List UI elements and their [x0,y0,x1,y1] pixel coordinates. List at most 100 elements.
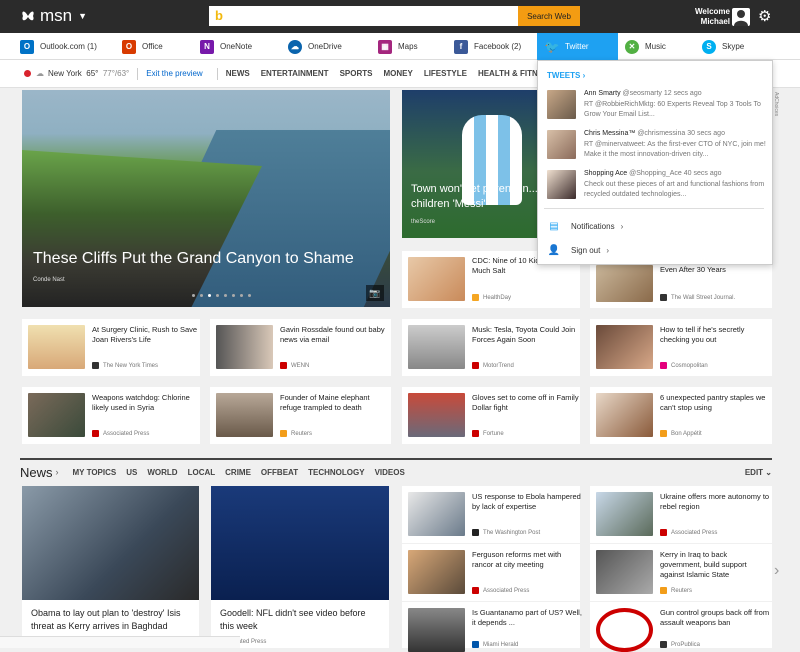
story-source: Associated Press [472,587,529,594]
news-tab-technology[interactable]: TECHNOLOGY [308,468,364,477]
story-card[interactable]: Gloves set to come off in Family Dollar … [402,387,580,444]
news-tab-us[interactable]: US [126,468,137,477]
app-maps[interactable]: ▦ Maps [378,33,418,60]
story-thumbnail [596,393,653,437]
story-headline[interactable]: Ukraine offers more autonomy to rebel re… [660,492,770,512]
weather-widget[interactable]: ☁ New York 65° 77°/63° [24,69,129,78]
story-headline[interactable]: Gun control groups back off from assault… [660,608,770,628]
story-card[interactable]: Founder of Maine elephant refuge trample… [210,387,391,444]
story-card-large[interactable]: Goodell: NFL didn't see video before thi… [211,486,389,648]
story-source: The Washington Post [472,529,540,536]
nav-money[interactable]: MONEY [383,69,412,78]
story-headline[interactable]: Founder of Maine elephant refuge trample… [280,393,390,413]
app-office[interactable]: O Office [122,33,163,60]
story-card[interactable]: Even After 30 Years The Wall Street Jour… [590,265,772,308]
weather-temp: 65° [86,69,99,78]
story-headline[interactable]: 6 unexpected pantry staples we can't sto… [660,393,770,413]
app-facebook[interactable]: f Facebook (2) [454,33,521,60]
chevron-right-icon[interactable]: › [56,467,59,477]
app-label: Skype [722,42,745,51]
app-twitter[interactable]: 🐦 Twitter [537,33,618,60]
story-source: MotorTrend [472,362,514,369]
search-input[interactable]: b [209,6,518,26]
tweet-item[interactable]: Ann Smarty @seosmarty 12 secs ago RT @Ro… [547,90,769,130]
gear-icon[interactable]: ⚙ [758,7,771,25]
camera-icon[interactable]: 📷 [366,285,384,301]
story-card[interactable]: How to tell if he's secretly checking yo… [590,319,772,376]
carousel-dots[interactable] [192,294,251,297]
news-tab-world[interactable]: WORLD [147,468,177,477]
story-headline[interactable]: Goodell: NFL didn't see video before thi… [220,607,380,633]
nav-sports[interactable]: SPORTS [340,69,373,78]
story-headline[interactable]: Ferguson reforms met with rancor at city… [472,550,582,570]
story-card[interactable]: Kerry in Iraq to back government, build … [590,544,772,601]
story-card[interactable]: US response to Ebola hampered by lack of… [402,486,582,543]
story-source: Reuters [660,587,692,594]
app-skype[interactable]: S Skype [702,33,744,60]
app-onedrive[interactable]: ☁ OneDrive [288,33,342,60]
story-headline[interactable]: US response to Ebola hampered by lack of… [472,492,582,512]
source-label: Associated Press [483,587,530,594]
story-card-large[interactable]: Obama to lay out plan to 'destroy' Isis … [22,486,199,648]
app-label: Facebook [474,42,510,51]
story-headline[interactable]: Gloves set to come off in Family Dollar … [472,393,582,413]
adchoices-label[interactable]: AdChoices [773,92,779,116]
tweet-item[interactable]: Chris Messina™ @chrismessina 30 secs ago… [547,130,769,170]
edit-button[interactable]: EDIT ⌄ [745,468,772,477]
app-label: OneDrive [308,42,342,51]
story-source: Reuters [280,430,312,437]
news-tab-offbeat[interactable]: OFFBEAT [261,468,298,477]
story-headline[interactable]: Even After 30 Years [660,265,770,275]
exit-preview-link[interactable]: Exit the preview [146,69,202,78]
source-label: Bon Appétit [671,430,702,437]
tweet-handle: @chrismessina 30 secs ago [637,130,725,137]
news-tab-mytopics[interactable]: MY TOPICS [73,468,117,477]
hero-source: Conde Nast [33,277,65,283]
tweet-item[interactable]: Shopping Ace @Shopping_Ace 40 secs ago C… [547,170,769,210]
chevron-down-icon[interactable]: ▼ [78,11,87,21]
story-card[interactable]: At Surgery Clinic, Rush to Save Joan Riv… [22,319,200,376]
nav-news[interactable]: NEWS [226,69,250,78]
story-card[interactable]: Is Guantanamo part of US? Well, it depen… [402,602,582,652]
tweets-header[interactable]: TWEETS › [547,71,585,80]
story-card[interactable]: Gavin Rossdale found out baby news via e… [210,319,391,376]
story-source: ProPublica [660,641,700,648]
story-card[interactable]: Ferguson reforms met with rancor at city… [402,544,580,601]
app-onenote[interactable]: N OneNote [200,33,252,60]
story-card[interactable]: 6 unexpected pantry staples we can't sto… [590,387,772,444]
story-headline[interactable]: Kerry in Iraq to back government, build … [660,550,770,580]
story-card[interactable]: Musk: Tesla, Toyota Could Join Forces Ag… [402,319,580,376]
app-outlook[interactable]: O Outlook.com (1) [20,33,97,60]
story-headline[interactable]: At Surgery Clinic, Rush to Save Joan Riv… [92,325,202,345]
bing-icon: b [215,8,223,23]
news-tab-videos[interactable]: VIDEOS [375,468,405,477]
news-tab-crime[interactable]: CRIME [225,468,251,477]
story-headline[interactable]: Musk: Tesla, Toyota Could Join Forces Ag… [472,325,582,345]
chevron-right-icon[interactable]: › [774,562,779,580]
search-button[interactable]: Search Web [518,6,580,26]
msn-logo[interactable]: msn ▼ [20,6,87,26]
news-tab-local[interactable]: LOCAL [188,468,216,477]
story-headline[interactable]: Gavin Rossdale found out baby news via e… [280,325,390,345]
hero-story[interactable]: These Cliffs Put the Grand Canyon to Sha… [22,90,390,307]
avatar[interactable] [732,8,750,26]
story-headline[interactable]: Weapons watchdog: Chlorine likely used i… [92,393,202,413]
story-headline[interactable]: Is Guantanamo part of US? Well, it depen… [472,608,582,628]
signout-link[interactable]: 👤 Sign out › [547,243,609,257]
nav-entertainment[interactable]: ENTERTAINMENT [261,69,329,78]
story-thumbnail [216,325,273,369]
story-card[interactable]: Gun control groups back off from assault… [590,602,772,652]
chevron-right-icon: › [606,245,610,255]
nav-lifestyle[interactable]: LIFESTYLE [424,69,467,78]
tweet-text: Check out these pieces of art and functi… [584,181,765,198]
source-label: ProPublica [671,641,701,648]
story-card[interactable]: Weapons watchdog: Chlorine likely used i… [22,387,200,444]
story-headline[interactable]: How to tell if he's secretly checking yo… [660,325,770,345]
story-card[interactable]: Ukraine offers more autonomy to rebel re… [590,486,772,543]
hero-title[interactable]: These Cliffs Put the Grand Canyon to Sha… [33,250,354,268]
news-section-title[interactable]: News [20,465,53,480]
story-headline[interactable]: Obama to lay out plan to 'destroy' Isis … [31,607,191,633]
notifications-link[interactable]: ▤ Notifications › [547,219,623,233]
app-music[interactable]: ✕ Music [625,33,666,60]
status-strip [0,636,240,648]
